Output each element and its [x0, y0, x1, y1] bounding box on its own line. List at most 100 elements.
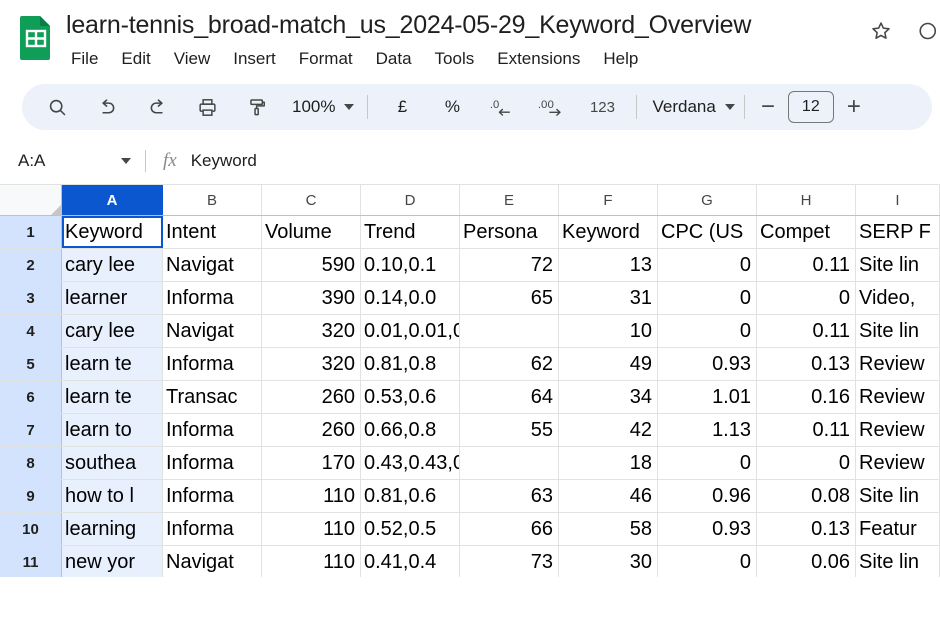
cell-I8[interactable]: Review: [856, 447, 940, 479]
column-header-i[interactable]: I: [856, 185, 940, 215]
cell-A5[interactable]: learn te: [62, 348, 163, 380]
cell-B8[interactable]: Informa: [163, 447, 262, 479]
cell-D4[interactable]: 0.01,0.01,0.01,0.01,0.01,: [361, 315, 460, 347]
decrease-decimal-button[interactable]: .0: [484, 89, 520, 125]
cell-F6[interactable]: 34: [559, 381, 658, 413]
menu-item-help[interactable]: Help: [600, 47, 641, 71]
cell-F2[interactable]: 13: [559, 249, 658, 281]
cell-C10[interactable]: 110: [262, 513, 361, 545]
cell-A11[interactable]: new yor: [62, 546, 163, 577]
cell-H11[interactable]: 0.06: [757, 546, 856, 577]
cell-E9[interactable]: 63: [460, 480, 559, 512]
cell-G11[interactable]: 0: [658, 546, 757, 577]
row-header-3[interactable]: 3: [0, 282, 62, 314]
cell-E10[interactable]: 66: [460, 513, 559, 545]
cell-F9[interactable]: 46: [559, 480, 658, 512]
row-header-10[interactable]: 10: [0, 513, 62, 545]
cell-I5[interactable]: Review: [856, 348, 940, 380]
column-header-a[interactable]: A: [62, 185, 163, 215]
document-title[interactable]: learn-tennis_broad-match_us_2024-05-29_K…: [66, 8, 858, 42]
cell-G3[interactable]: 0: [658, 282, 757, 314]
cell-H8[interactable]: 0: [757, 447, 856, 479]
column-header-e[interactable]: E: [460, 185, 559, 215]
star-icon[interactable]: [866, 16, 896, 46]
cell-A1[interactable]: Keyword: [62, 216, 163, 248]
cell-E2[interactable]: 72: [460, 249, 559, 281]
row-header-6[interactable]: 6: [0, 381, 62, 413]
row-header-11[interactable]: 11: [0, 546, 62, 577]
cell-F1[interactable]: Keyword: [559, 216, 658, 248]
cell-A4[interactable]: cary lee: [62, 315, 163, 347]
print-icon[interactable]: [189, 89, 225, 125]
cell-I3[interactable]: Video,: [856, 282, 940, 314]
cell-G1[interactable]: CPC (US: [658, 216, 757, 248]
row-header-8[interactable]: 8: [0, 447, 62, 479]
cell-I6[interactable]: Review: [856, 381, 940, 413]
cell-F4[interactable]: 10: [559, 315, 658, 347]
cell-I11[interactable]: Site lin: [856, 546, 940, 577]
font-size-input[interactable]: 12: [787, 91, 834, 123]
cell-C7[interactable]: 260: [262, 414, 361, 446]
cell-I1[interactable]: SERP F: [856, 216, 940, 248]
column-header-b[interactable]: B: [163, 185, 262, 215]
cell-H7[interactable]: 0.11: [757, 414, 856, 446]
more-options-icon[interactable]: [910, 16, 940, 46]
cell-G9[interactable]: 0.96: [658, 480, 757, 512]
percent-format-button[interactable]: %: [434, 89, 470, 125]
cell-B10[interactable]: Informa: [163, 513, 262, 545]
undo-icon[interactable]: [89, 89, 125, 125]
cell-D1[interactable]: Trend: [361, 216, 460, 248]
cell-G10[interactable]: 0.93: [658, 513, 757, 545]
column-header-g[interactable]: G: [658, 185, 757, 215]
cell-A2[interactable]: cary lee: [62, 249, 163, 281]
cell-E5[interactable]: 62: [460, 348, 559, 380]
cell-E4[interactable]: [460, 315, 559, 347]
cell-B6[interactable]: Transac: [163, 381, 262, 413]
cell-C1[interactable]: Volume: [262, 216, 361, 248]
row-header-9[interactable]: 9: [0, 480, 62, 512]
cell-H9[interactable]: 0.08: [757, 480, 856, 512]
row-header-7[interactable]: 7: [0, 414, 62, 446]
cell-G5[interactable]: 0.93: [658, 348, 757, 380]
zoom-control[interactable]: 100%: [282, 97, 358, 117]
cell-I10[interactable]: Featur: [856, 513, 940, 545]
paint-format-icon[interactable]: [239, 89, 275, 125]
cell-C6[interactable]: 260: [262, 381, 361, 413]
cell-D10[interactable]: 0.52,0.5: [361, 513, 460, 545]
row-header-5[interactable]: 5: [0, 348, 62, 380]
cell-A7[interactable]: learn to: [62, 414, 163, 446]
row-header-4[interactable]: 4: [0, 315, 62, 347]
cell-B11[interactable]: Navigat: [163, 546, 262, 577]
column-header-h[interactable]: H: [757, 185, 856, 215]
cell-I2[interactable]: Site lin: [856, 249, 940, 281]
cell-A8[interactable]: southea: [62, 447, 163, 479]
menu-item-tools[interactable]: Tools: [432, 47, 478, 71]
cell-G4[interactable]: 0: [658, 315, 757, 347]
cell-G8[interactable]: 0: [658, 447, 757, 479]
cell-E1[interactable]: Persona: [460, 216, 559, 248]
increase-font-size-button[interactable]: +: [840, 95, 868, 119]
menu-item-extensions[interactable]: Extensions: [494, 47, 583, 71]
cell-H10[interactable]: 0.13: [757, 513, 856, 545]
menu-item-format[interactable]: Format: [296, 47, 356, 71]
cell-H4[interactable]: 0.11: [757, 315, 856, 347]
cell-H6[interactable]: 0.16: [757, 381, 856, 413]
cell-F5[interactable]: 49: [559, 348, 658, 380]
menu-item-view[interactable]: View: [171, 47, 214, 71]
row-header-1[interactable]: 1: [0, 216, 62, 248]
cell-D2[interactable]: 0.10,0.1: [361, 249, 460, 281]
cell-F7[interactable]: 42: [559, 414, 658, 446]
decrease-font-size-button[interactable]: −: [754, 95, 782, 119]
cell-D8[interactable]: 0.43,0.43,0.43,0.43,0.43,: [361, 447, 460, 479]
column-header-f[interactable]: F: [559, 185, 658, 215]
cell-H2[interactable]: 0.11: [757, 249, 856, 281]
cell-I4[interactable]: Site lin: [856, 315, 940, 347]
search-icon[interactable]: [39, 89, 75, 125]
cell-B1[interactable]: Intent: [163, 216, 262, 248]
column-header-c[interactable]: C: [262, 185, 361, 215]
cell-H1[interactable]: Compet: [757, 216, 856, 248]
cell-D11[interactable]: 0.41,0.4: [361, 546, 460, 577]
cell-G7[interactable]: 1.13: [658, 414, 757, 446]
cell-B5[interactable]: Informa: [163, 348, 262, 380]
menu-item-edit[interactable]: Edit: [118, 47, 153, 71]
